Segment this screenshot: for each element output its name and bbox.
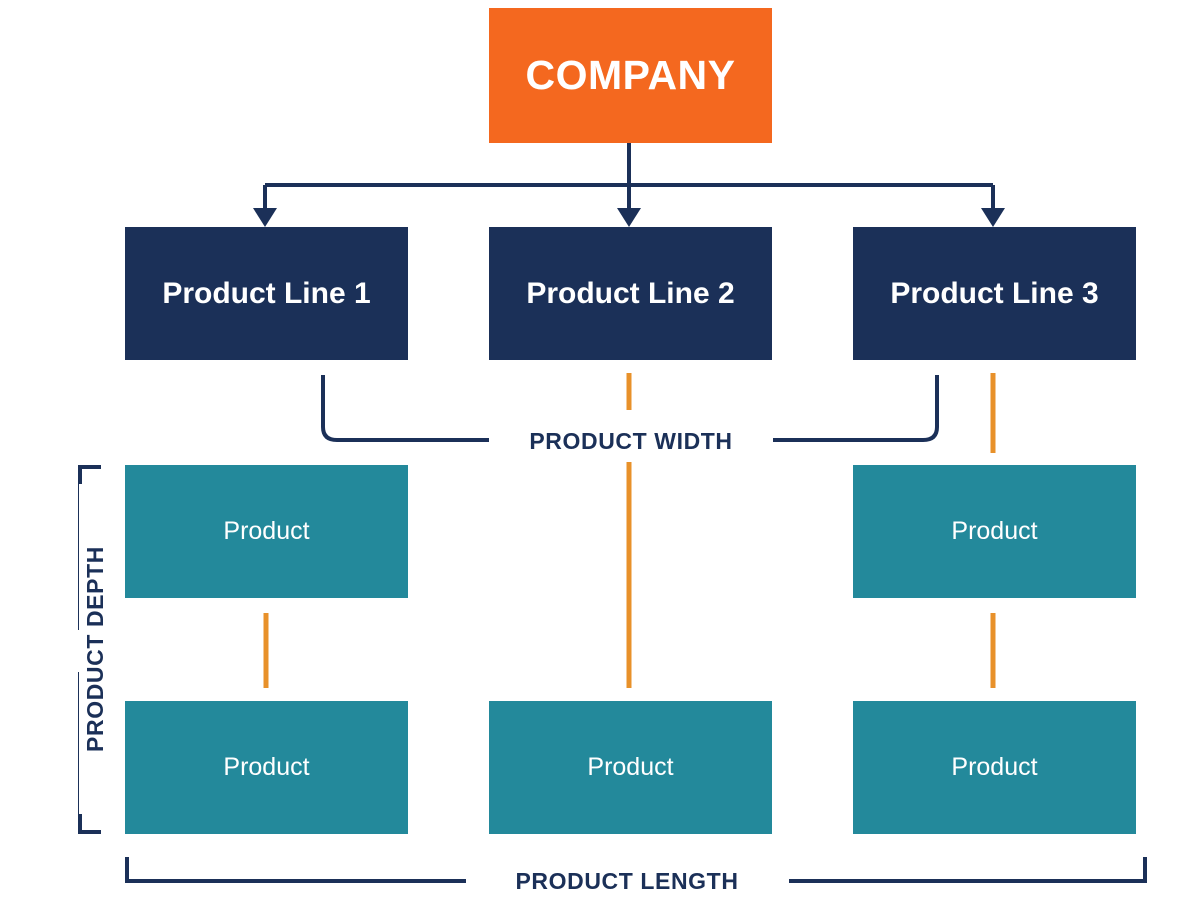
product-node-col3-row2-label: Product xyxy=(951,753,1038,781)
product-line-2-label: Product Line 2 xyxy=(526,276,735,310)
product-line-1-node[interactable]: Product Line 1 xyxy=(125,227,408,360)
company-node[interactable]: COMPANY xyxy=(489,8,772,143)
product-node-col1-row2[interactable]: Product xyxy=(125,701,408,834)
product-node-col1-row1-label: Product xyxy=(223,517,310,545)
product-node-col1-row1[interactable]: Product xyxy=(125,465,408,598)
lines-arrowheads xyxy=(253,208,1005,227)
product-node-col1-row2-label: Product xyxy=(223,753,310,781)
product-width-label-text: PRODUCT WIDTH xyxy=(529,427,733,454)
product-node-col3-row2[interactable]: Product xyxy=(853,701,1136,834)
product-depth-label: PRODUCT DEPTH xyxy=(79,484,111,814)
product-line-3-label: Product Line 3 xyxy=(890,276,1099,310)
product-node-col2-row2[interactable]: Product xyxy=(489,701,772,834)
product-line-1-label: Product Line 1 xyxy=(162,276,371,310)
product-width-label: PRODUCT WIDTH xyxy=(489,425,773,457)
company-to-lines-connectors xyxy=(263,143,995,212)
diagram-canvas: COMPANY Product Line 1 Product Line 2 Pr… xyxy=(0,0,1188,908)
product-length-label-text: PRODUCT LENGTH xyxy=(515,867,739,894)
product-node-col2-row2-label: Product xyxy=(587,753,674,781)
product-line-2-node[interactable]: Product Line 2 xyxy=(489,227,772,360)
product-depth-label-text: PRODUCT DEPTH xyxy=(81,546,108,752)
product-node-col3-row1-label: Product xyxy=(951,517,1038,545)
product-length-label: PRODUCT LENGTH xyxy=(466,864,788,898)
product-line-3-node[interactable]: Product Line 3 xyxy=(853,227,1136,360)
company-node-label: COMPANY xyxy=(525,52,736,98)
product-node-col3-row1[interactable]: Product xyxy=(853,465,1136,598)
